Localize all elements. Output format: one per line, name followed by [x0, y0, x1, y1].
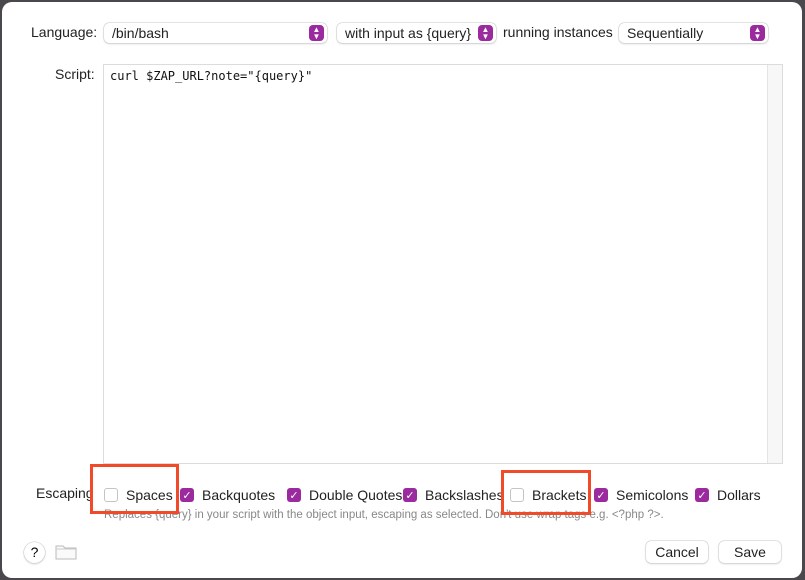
- running-instances-select[interactable]: Sequentially ▲ ▼: [619, 23, 768, 43]
- language-value: /bin/bash: [112, 25, 169, 41]
- script-filter-dialog: Language: /bin/bash ▲ ▼ with input as {qu…: [2, 2, 802, 578]
- running-instances-value: Sequentially: [627, 25, 704, 41]
- running-instances-label: running instances: [503, 24, 613, 40]
- checkbox-dollars[interactable]: ✓ Dollars: [695, 486, 761, 504]
- checkbox-label: Backslashes: [425, 487, 504, 503]
- input-mode-value: with input as {query}: [345, 25, 472, 41]
- script-scrollbar[interactable]: [767, 65, 782, 463]
- checkbox-label: Double Quotes: [309, 487, 403, 503]
- checkmark-icon: ✓: [695, 488, 709, 502]
- checkbox-label: Semicolons: [616, 487, 689, 503]
- highlight-box-spaces: [90, 464, 179, 514]
- checkmark-icon: ✓: [287, 488, 301, 502]
- chevron-updown-icon: ▲ ▼: [309, 25, 324, 41]
- save-button[interactable]: Save: [719, 541, 781, 563]
- checkbox-backslashes[interactable]: ✓ Backslashes: [403, 486, 504, 504]
- language-select[interactable]: /bin/bash ▲ ▼: [104, 23, 327, 43]
- chevron-updown-icon: ▲ ▼: [478, 25, 493, 41]
- highlight-box-brackets: [501, 470, 591, 515]
- escaping-label: Escaping: [36, 485, 94, 501]
- script-label: Script:: [55, 66, 95, 82]
- checkbox-label: Dollars: [717, 487, 761, 503]
- folder-icon[interactable]: [55, 543, 77, 560]
- checkbox-label: Backquotes: [202, 487, 276, 503]
- input-mode-select[interactable]: with input as {query} ▲ ▼: [337, 23, 496, 43]
- checkmark-icon: ✓: [594, 488, 608, 502]
- checkmark-icon: ✓: [180, 488, 194, 502]
- checkbox-backquotes[interactable]: ✓ Backquotes: [180, 486, 275, 504]
- checkbox-semicolons[interactable]: ✓ Semicolons: [594, 486, 688, 504]
- script-code: curl $ZAP_URL?note="{query}": [110, 69, 313, 83]
- checkbox-double-quotes[interactable]: ✓ Double Quotes: [287, 486, 402, 504]
- language-label: Language:: [31, 24, 98, 40]
- script-editor[interactable]: curl $ZAP_URL?note="{query}": [103, 64, 783, 464]
- help-button[interactable]: ?: [24, 542, 45, 563]
- checkmark-icon: ✓: [403, 488, 417, 502]
- cancel-button[interactable]: Cancel: [646, 541, 708, 563]
- chevron-updown-icon: ▲ ▼: [750, 25, 765, 41]
